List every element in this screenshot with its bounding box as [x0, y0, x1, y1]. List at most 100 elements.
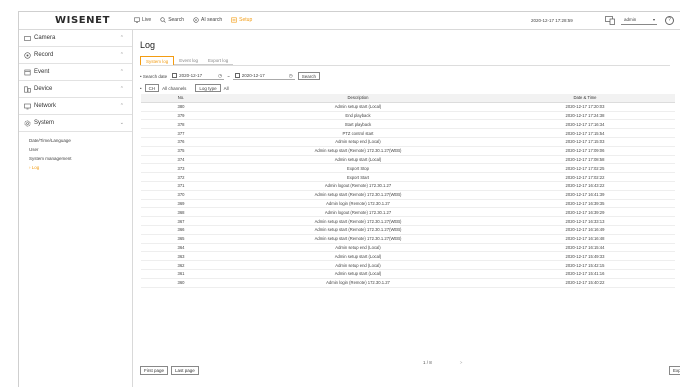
tab-system-log[interactable]: System log: [140, 56, 175, 65]
top-bar: WISENET Live Search AI search Setup 2020…: [19, 12, 680, 30]
help-icon[interactable]: ?: [665, 16, 674, 25]
row-date: 2020-12-17 17:02:25: [565, 165, 605, 171]
clock-icon: ◷: [218, 72, 223, 78]
event-icon: [24, 69, 31, 75]
menu-search[interactable]: Search: [160, 17, 184, 23]
table-row[interactable]: 361 Admin setup start (Local) 2020-12-17 1…: [141, 270, 675, 279]
record-icon: [24, 51, 31, 59]
row-no: 372: [177, 174, 185, 180]
search-date-text: Search date: [142, 73, 168, 79]
table-row[interactable]: 369 Admin login (Remote) 172.30.1.27 2020-…: [141, 200, 675, 209]
table-row[interactable]: 362 Admin setup end (Local) 2020-12-17 15:…: [141, 261, 675, 270]
table-row[interactable]: 377 PTZ control start 2020-12-17 17:15:54: [141, 129, 675, 138]
table-row[interactable]: 379 End playback 2020-12-17 17:24:38: [141, 112, 675, 121]
table-row[interactable]: 374 Admin setup start (Local) 2020-12-17 1…: [141, 156, 675, 165]
search-button[interactable]: Search: [297, 72, 320, 80]
table-row[interactable]: 380 Admin setup start (Local) 2020-12-17 1…: [141, 103, 675, 112]
table-row[interactable]: 373 Export Stop 2020-12-17 17:02:25: [141, 164, 675, 174]
row-description: Admin setup end (Local): [335, 262, 381, 268]
table-row[interactable]: 376 Admin setup end (Local) 2020-12-17 17:…: [141, 138, 675, 147]
row-no: 366: [177, 227, 185, 233]
table-row[interactable]: 367 Admin setup start (Remote) 172.30.1.2…: [141, 217, 675, 226]
start-date-field[interactable]: 2020-12-17 ◷: [170, 72, 225, 80]
table-row[interactable]: 360 Admin login (Remote) 172.30.1.27 2020-…: [141, 279, 675, 288]
row-description: Admin setup start (Local): [334, 156, 382, 162]
next-page-arrow[interactable]: >: [460, 360, 463, 365]
ai-search-icon: [193, 17, 199, 23]
row-no: 377: [177, 130, 185, 136]
table-row[interactable]: 365 Admin setup start (Remote) 172.30.1.2…: [141, 235, 675, 244]
row-no: 364: [177, 244, 185, 250]
row-no: 371: [177, 183, 185, 189]
pagination: 1 / 8 >: [423, 360, 462, 365]
sidebar-item-label: System: [34, 120, 55, 126]
row-date: 2020-12-17 16:16:48: [565, 236, 605, 242]
chevron-up-icon: ⌃: [119, 103, 124, 109]
menu-ai-search[interactable]: AI search: [193, 17, 222, 23]
display-mode-icon[interactable]: [605, 16, 615, 25]
column-description: Description: [347, 95, 369, 101]
row-date: 2020-12-17 15:42:15: [565, 262, 605, 268]
export-button[interactable]: Export: [669, 366, 680, 375]
tab-divider: [140, 65, 670, 66]
gear-icon: [24, 120, 31, 126]
row-date: 2020-12-17 15:40:22: [565, 280, 605, 286]
end-date-field[interactable]: 2020-12-17 ◷: [232, 72, 295, 80]
subnav-item-datetime[interactable]: Date/Time/Language: [29, 136, 132, 145]
table-row[interactable]: 372 Export Start 2020-12-17 17:02:22: [141, 173, 675, 182]
sidebar-item-camera[interactable]: Camera ⌃: [19, 30, 132, 47]
menu-live[interactable]: Live: [134, 17, 151, 23]
row-date: 2020-12-17 17:02:22: [565, 174, 605, 180]
sidebar-item-record[interactable]: Record ⌃: [19, 47, 132, 64]
table-row[interactable]: 375 Admin setup start (Remote) 172.30.1.2…: [141, 147, 675, 156]
row-date: 2020-12-17 16:39:35: [565, 200, 605, 206]
row-no: 378: [177, 121, 185, 127]
row-date: 2020-12-17 17:16:34: [565, 121, 605, 127]
sidebar-item-label: Device: [34, 86, 53, 92]
row-description: Admin logout (Remote) 172.30.1.27: [324, 183, 392, 189]
tab-event-log[interactable]: Event log: [174, 56, 204, 65]
clock-icon: ◷: [288, 72, 293, 78]
row-description: Admin logout (Remote) 172.30.1.27: [324, 209, 392, 215]
chevron-down-icon: ⌄: [119, 120, 124, 126]
table-row[interactable]: 363 Admin setup start (Local) 2020-12-17 1…: [141, 252, 675, 262]
table-row[interactable]: 378 Start playback 2020-12-17 17:16:34: [141, 120, 675, 130]
row-no: 370: [177, 192, 185, 198]
last-page-button[interactable]: Last page: [171, 366, 199, 375]
row-date: 2020-12-17 16:39:29: [565, 209, 605, 215]
table-row[interactable]: 366 Admin setup start (Remote) 172.30.1.2…: [141, 226, 675, 235]
sidebar-item-event[interactable]: Event ⌃: [19, 64, 132, 81]
row-description: PTZ control start: [342, 130, 374, 136]
table-row[interactable]: 371 Admin logout (Remote) 172.30.1.27 2020…: [141, 182, 675, 191]
subnav-item-user[interactable]: User: [29, 145, 132, 154]
subnav-item-log[interactable]: › Log: [29, 163, 132, 172]
sidebar-item-network[interactable]: Network ⌃: [19, 98, 132, 115]
sidebar-item-label: Network: [34, 103, 57, 109]
first-page-button[interactable]: First page: [140, 366, 169, 375]
row-no: 373: [177, 165, 185, 171]
menu-setup[interactable]: Setup: [231, 17, 252, 23]
tab-export-log[interactable]: Export log: [203, 56, 234, 65]
row-no: 379: [177, 112, 185, 118]
sidebar-item-system[interactable]: System ⌄: [19, 115, 132, 132]
search-icon: [160, 17, 166, 23]
table-row[interactable]: 370 Admin setup start (Remote) 172.30.1.2…: [141, 191, 675, 200]
table-row[interactable]: 364 Admin setup end (Local) 2020-12-17 16:…: [141, 244, 675, 253]
top-menu: Live Search AI search Setup: [134, 17, 252, 23]
table-row[interactable]: 368 Admin logout (Remote) 172.30.1.27 2020…: [141, 208, 675, 218]
row-description: Admin setup start (Remote) 172.30.1.27(W…: [314, 236, 402, 242]
device-icon: [24, 86, 31, 93]
subnav-item-system-management[interactable]: System management: [29, 154, 132, 163]
sidebar-item-label: Event: [34, 69, 50, 75]
log-type-button[interactable]: Log type: [195, 84, 221, 92]
row-no: 361: [177, 271, 185, 277]
search-row: • Search date 2020-12-17 ◷ ~ 2020-12-17 …: [140, 72, 320, 80]
channel-button[interactable]: CH: [144, 84, 160, 92]
user-dropdown[interactable]: admin ▾: [621, 17, 657, 25]
sidebar-item-device[interactable]: Device ⌃: [19, 81, 132, 98]
calendar-icon: [172, 73, 178, 78]
row-date: 2020-12-17 17:09:06: [565, 148, 605, 154]
setup-icon: [231, 17, 237, 23]
row-no: 367: [177, 218, 185, 224]
menu-search-label: Search: [168, 17, 185, 23]
